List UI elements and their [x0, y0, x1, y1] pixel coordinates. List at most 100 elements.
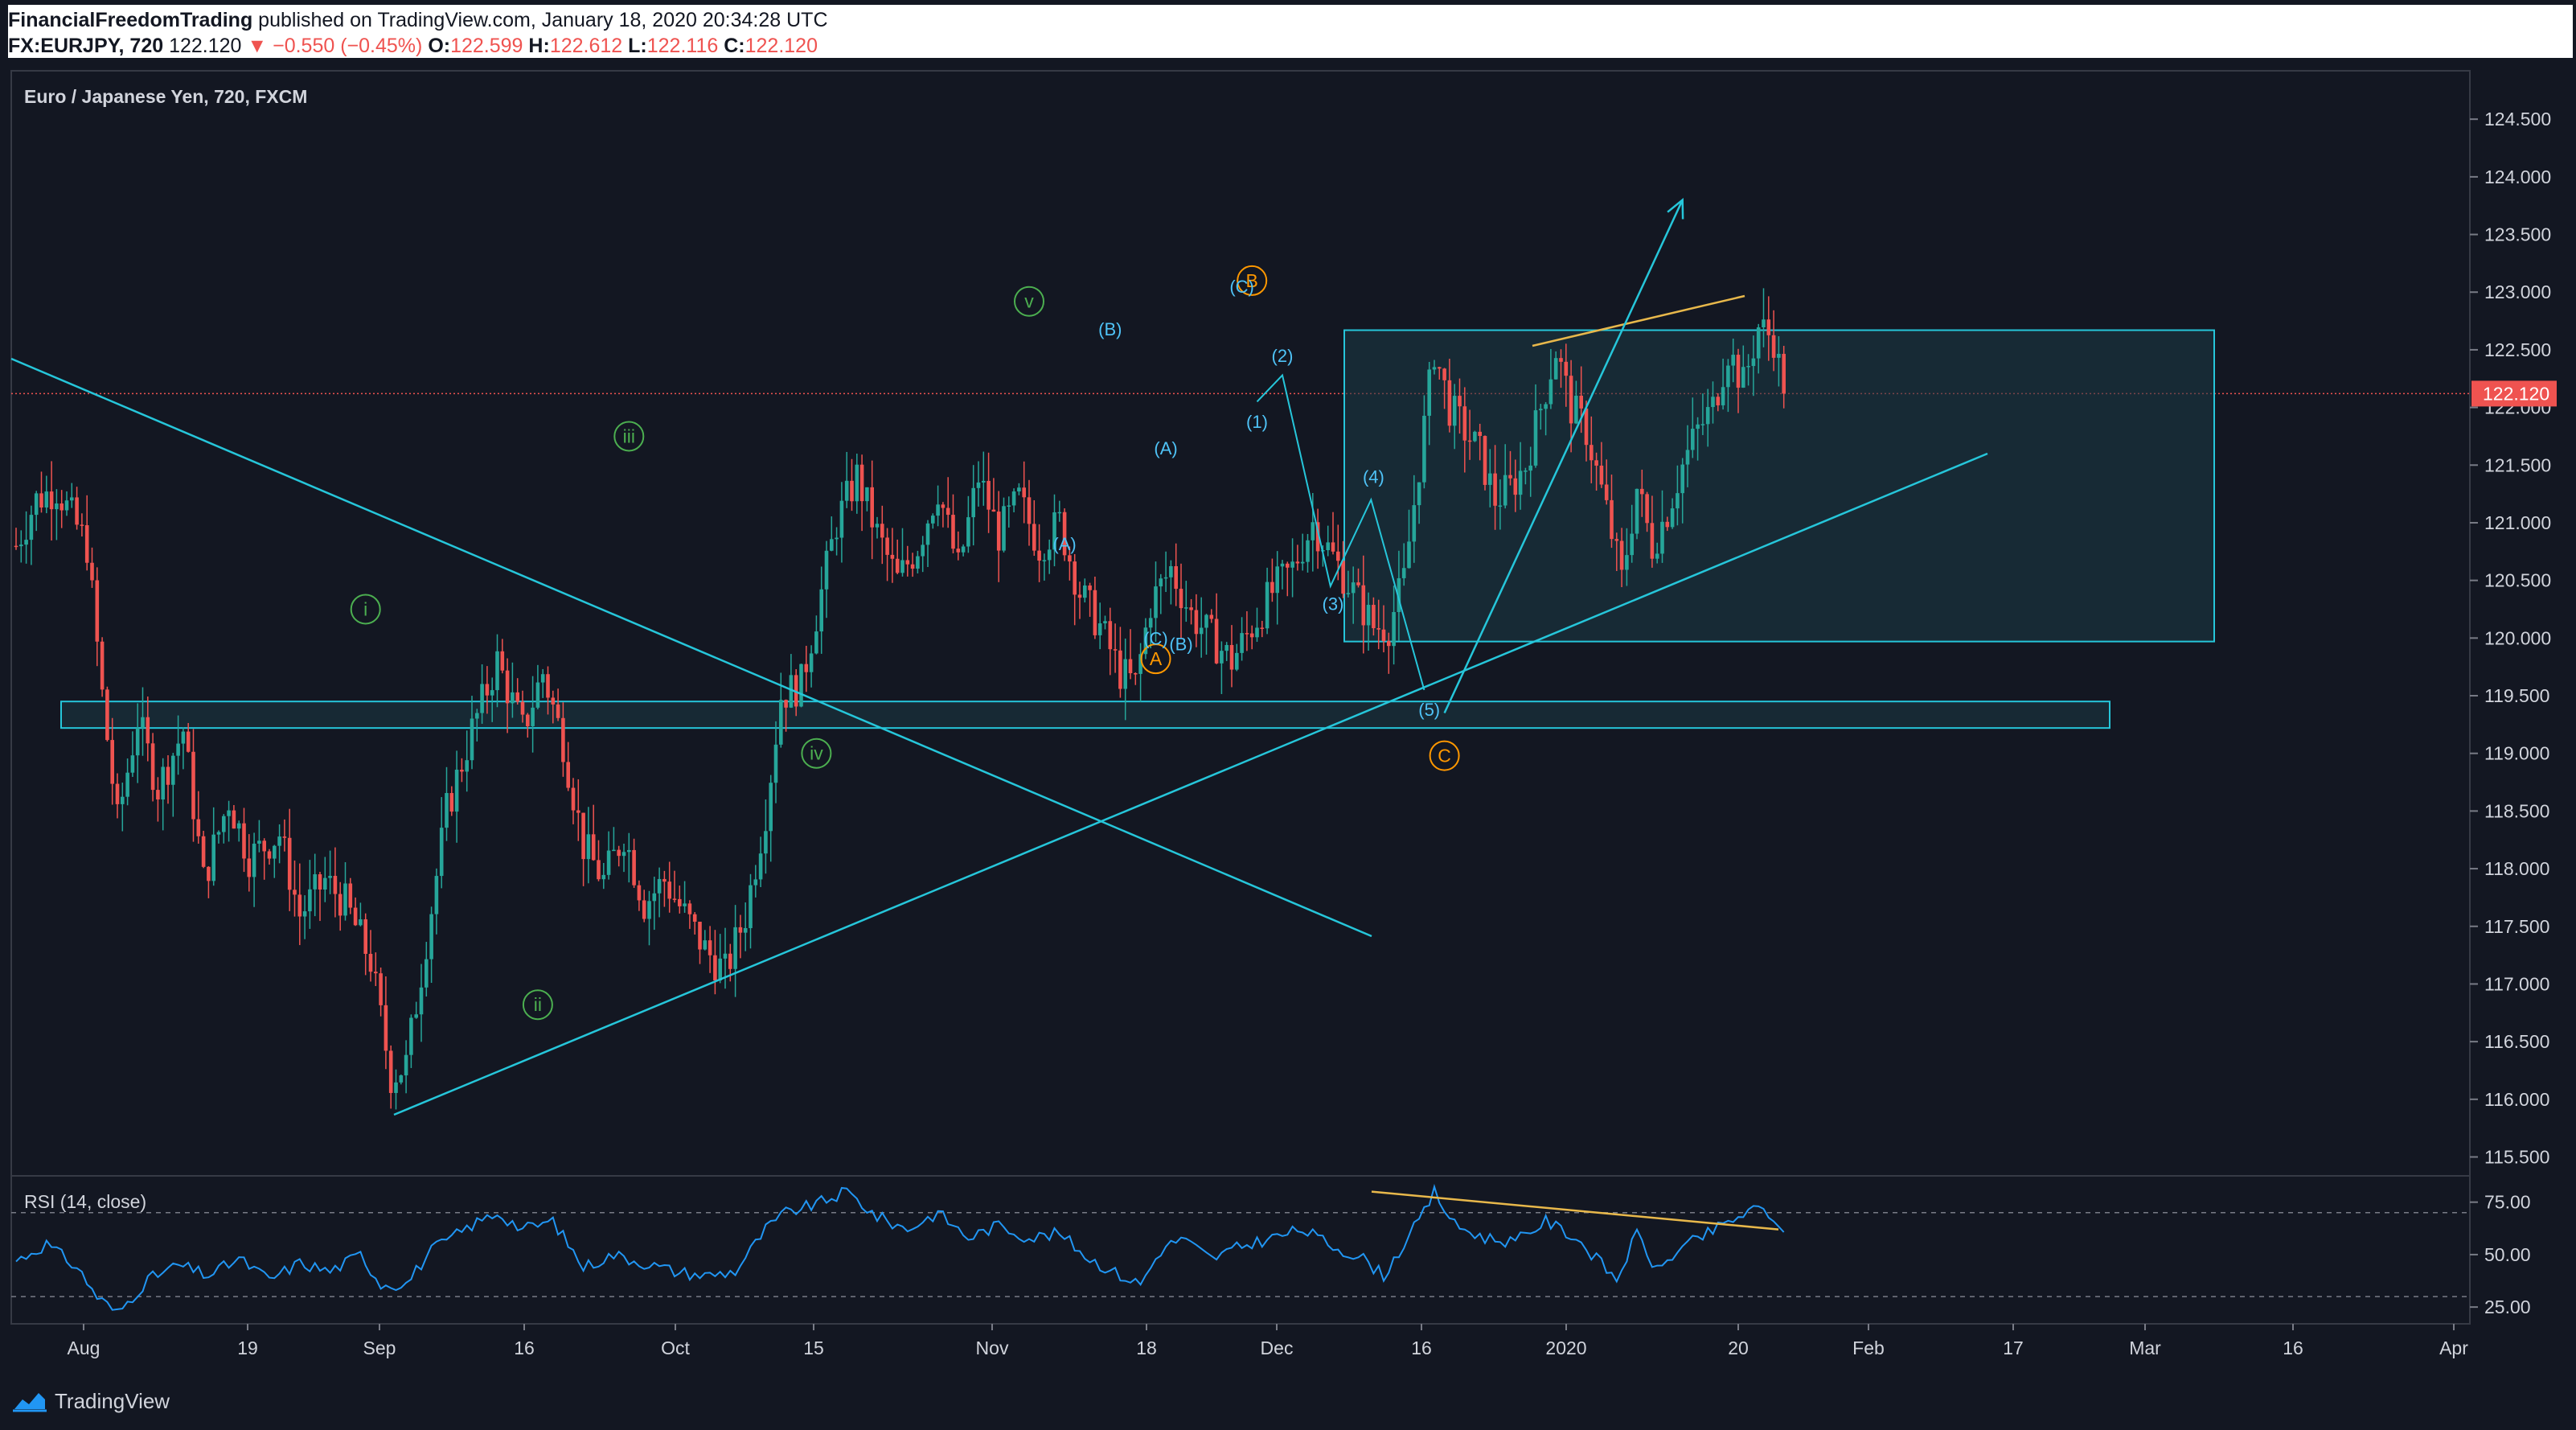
candle: [414, 1001, 418, 1019]
candle: [1280, 560, 1285, 590]
published-text: published on TradingView.com, January 18…: [252, 9, 828, 31]
candle: [738, 914, 743, 959]
candle: [844, 451, 849, 508]
candle: [601, 862, 606, 890]
candle-body: [1579, 396, 1583, 409]
candle: [1204, 614, 1208, 655]
candle-body: [1762, 319, 1766, 328]
candle-body: [505, 670, 510, 704]
candle-body: [601, 874, 606, 880]
candle-body: [302, 911, 307, 917]
x-tick-label: 17: [2003, 1338, 2024, 1358]
candle-body: [368, 954, 373, 972]
tradingview-logo[interactable]: TradingView: [11, 1387, 170, 1416]
candle-body: [374, 972, 378, 974]
candle: [439, 797, 444, 889]
candle-body: [769, 783, 773, 832]
candle-body: [692, 914, 697, 923]
candle-body: [110, 740, 114, 784]
candle: [667, 861, 671, 913]
candle: [95, 567, 100, 667]
candle-body: [1467, 440, 1472, 442]
candle-body: [84, 525, 89, 563]
candle: [495, 634, 499, 708]
candle-body: [1452, 396, 1457, 426]
candle-body: [1462, 406, 1467, 441]
candle-body: [1635, 488, 1639, 534]
publish-line: FinancialFreedomTrading published on Tra…: [8, 8, 828, 32]
low-label: L:: [628, 35, 647, 57]
candle: [141, 687, 145, 756]
candle-body: [814, 631, 818, 654]
candle: [799, 664, 803, 708]
candle-body: [191, 751, 195, 820]
candle-body: [495, 651, 499, 691]
candle-body: [652, 893, 657, 902]
price-chart[interactable]: iiiiiiivvABC(A)(B)(C)(A)(B)(C)(1)(2)(3)(…: [0, 63, 2576, 1382]
wave-text: iv: [810, 743, 823, 764]
candle: [262, 838, 266, 880]
wave-text: (B): [1169, 635, 1192, 655]
candle: [34, 491, 39, 532]
candle: [257, 820, 261, 853]
candle-body: [809, 653, 814, 672]
candle-body: [1771, 335, 1776, 358]
candle-body: [262, 840, 266, 852]
candle: [526, 713, 530, 738]
candle-body: [586, 834, 591, 860]
candle-body: [1123, 659, 1127, 689]
wave-text: iii: [623, 425, 635, 446]
candle: [566, 742, 570, 791]
y-tick-label: 123.500: [2484, 224, 2551, 245]
candle: [1245, 610, 1249, 651]
y-tick-label: 123.000: [2484, 281, 2551, 302]
footer-brand: TradingView: [55, 1388, 170, 1413]
candle: [293, 860, 297, 917]
candle-body: [216, 832, 221, 835]
y-tick-label: 121.000: [2484, 512, 2551, 533]
candle: [121, 783, 125, 832]
candle: [125, 758, 129, 806]
candle: [227, 800, 231, 842]
candle-body: [1422, 415, 1426, 483]
y-tick-label: 122.500: [2484, 339, 2551, 360]
candle: [642, 890, 646, 923]
candle-body: [1295, 561, 1300, 564]
candle-body: [1705, 407, 1710, 425]
publisher-name[interactable]: FinancialFreedomTrading: [8, 9, 252, 31]
wave-text: i: [363, 598, 367, 619]
candle: [617, 845, 621, 867]
candle-body: [850, 480, 854, 502]
candle-body: [753, 879, 758, 886]
candle-body: [470, 718, 474, 761]
candle-body: [1619, 540, 1624, 570]
candle-body: [804, 664, 809, 672]
candle-body: [1184, 607, 1188, 609]
candle-body: [733, 927, 737, 969]
candle: [1290, 538, 1294, 598]
y-tick-label: 124.000: [2484, 166, 2551, 187]
candle: [1270, 558, 1274, 602]
candle-body: [1366, 605, 1371, 626]
candle-body: [1478, 431, 1482, 437]
candle: [216, 830, 221, 844]
candle-body: [916, 556, 920, 569]
candle: [576, 779, 580, 841]
candle: [1300, 533, 1305, 571]
candle-body: [115, 783, 120, 804]
candle-body: [166, 766, 170, 785]
candle: [252, 832, 256, 907]
candle-body: [1387, 641, 1391, 647]
candle: [211, 807, 215, 886]
chart-area[interactable]: i ii iii iv v A B C (A) (B) (C) (A) (B) (C) (1) (2) (3)(…: [0, 63, 2576, 1430]
candle-body: [1128, 659, 1133, 674]
candle: [662, 870, 667, 907]
candle-body: [227, 810, 231, 816]
candle-body: [1260, 627, 1265, 629]
candle: [971, 465, 975, 546]
rsi-label: RSI (14, close): [24, 1191, 146, 1212]
last-price: 122.120: [169, 35, 242, 57]
candle: [1088, 582, 1092, 617]
candle-body: [1134, 673, 1138, 675]
candle-body: [951, 515, 955, 549]
